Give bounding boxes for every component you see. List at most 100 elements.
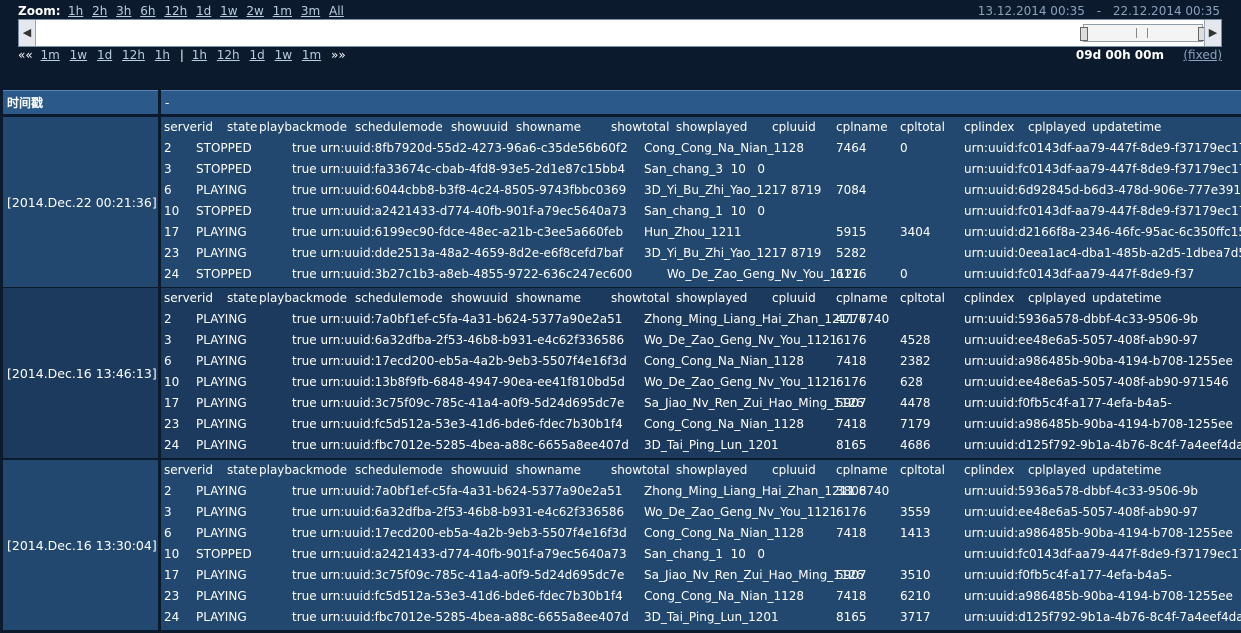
zoom-link-3h[interactable]: 3h xyxy=(116,4,131,18)
table-cell: urn:uuid:a986485b-90ba-4194-b708-1255ee xyxy=(964,526,1233,540)
column-header-cplindex: cplindex xyxy=(964,291,1015,305)
fwd-link-1w[interactable]: 1w xyxy=(275,48,292,62)
slider-left-handle-icon[interactable] xyxy=(1080,27,1088,41)
slider-range-handle[interactable] xyxy=(1080,24,1206,42)
table-cell: 3 xyxy=(164,162,172,176)
table-cell: 3D_Tai_Ping_Lun_1201 xyxy=(644,438,779,452)
slider-right-arrow-icon[interactable]: ▶ xyxy=(1204,20,1221,46)
time-slider[interactable]: ◀ ▶ xyxy=(18,19,1222,47)
column-header-showtotal: showtotal xyxy=(611,291,670,305)
column-header-cpltotal: cpltotal xyxy=(900,120,945,134)
fwd-link-12h[interactable]: 12h xyxy=(217,48,240,62)
column-header-playbackmode: playbackmode xyxy=(259,463,347,477)
back-link-12h[interactable]: 12h xyxy=(122,48,145,62)
table-row: 3 PLAYING true urn:uuid:6a32dfba-2f53-46b8… xyxy=(161,502,1241,523)
back-symbol: «« xyxy=(18,48,33,62)
table-cell: true urn:uuid:3c75f09c-785c-41a4-a0f9-5d… xyxy=(292,396,625,410)
column-header-cplplayed: cplplayed xyxy=(1028,120,1086,134)
fwd-link-1h[interactable]: 1h xyxy=(192,48,207,62)
column-header-serverid: serverid xyxy=(164,463,213,477)
block-timestamp: [2014.Dec.16 13:30:04] xyxy=(3,460,158,630)
table-cell: PLAYING xyxy=(196,246,247,260)
table-cell: STOPPED xyxy=(196,141,252,155)
table-cell: urn:uuid:fc0143df-aa79-447f-8de9-f37 xyxy=(964,267,1195,281)
zoom-link-1h[interactable]: 1h xyxy=(68,4,83,18)
column-header-cplindex: cplindex xyxy=(964,120,1015,134)
table-cell: urn:uuid:d125f792-9b1a-4b76-8c4f-7a4eef4… xyxy=(964,438,1241,452)
table-cell: San_chang_1 10 0 xyxy=(644,547,765,561)
column-header-cpltotal: cpltotal xyxy=(900,463,945,477)
table-cell: 3D_Tai_Ping_Lun_1201 xyxy=(644,610,779,624)
nav-separator: | xyxy=(179,48,184,62)
zoom-link-1d[interactable]: 1d xyxy=(196,4,211,18)
table-cell: 2 xyxy=(164,312,172,326)
table-cell: true urn:uuid:fbc7012e-5285-4bea-a88c-66… xyxy=(292,438,629,452)
table-cell: true urn:uuid:7a0bf1ef-c5fa-4a31-b624-53… xyxy=(292,484,623,498)
back-link-1m[interactable]: 1m xyxy=(41,48,60,62)
table-cell: 1413 xyxy=(900,526,931,540)
range-end: 22.12.2014 00:35 xyxy=(1112,4,1220,18)
table-cell: urn:uuid:6d92845d-b6d3-478d-906e-777e391… xyxy=(964,183,1241,197)
table-row: 23 PLAYING true urn:uuid:fc5d512a-53e3-41d… xyxy=(161,414,1241,435)
table-cell: 10 xyxy=(164,375,180,389)
column-header-playbackmode: playbackmode xyxy=(259,291,347,305)
back-link-1w[interactable]: 1w xyxy=(70,48,87,62)
block-data: serverid state playbackmode schedulemode sho… xyxy=(161,117,1241,287)
table-cell: 3808 xyxy=(836,484,867,498)
zoom-link-1m[interactable]: 1m xyxy=(273,4,292,18)
table-cell: Cong_Cong_Na_Nian_1128 xyxy=(644,417,805,431)
table-cell: true urn:uuid:fc5d512a-53e3-41d6-bde6-fd… xyxy=(292,589,623,603)
back-link-1h[interactable]: 1h xyxy=(155,48,170,62)
table-cell: PLAYING xyxy=(196,505,247,519)
table-row: 17 PLAYING true urn:uuid:3c75f09c-785c-41a… xyxy=(161,393,1241,414)
block-timestamp: [2014.Dec.22 00:21:36] xyxy=(3,117,158,287)
column-header-schedulemode: schedulemode xyxy=(355,120,443,134)
table-cell: PLAYING xyxy=(196,438,247,452)
zoom-link-12h[interactable]: 12h xyxy=(164,4,187,18)
table-cell: true urn:uuid:7a0bf1ef-c5fa-4a31-b624-53… xyxy=(292,312,623,326)
table-cell: true urn:uuid:6044cbb8-b3f8-4c24-8505-97… xyxy=(292,183,627,197)
table-cell: 6176 xyxy=(836,267,867,281)
zoom-link-2h[interactable]: 2h xyxy=(92,4,107,18)
slider-left-arrow-icon[interactable]: ◀ xyxy=(19,20,36,46)
column-header-cplname: cplname xyxy=(836,291,888,305)
zoom-link-all[interactable]: All xyxy=(329,4,344,18)
zoom-link-1w[interactable]: 1w xyxy=(220,4,237,18)
table-row: 10 STOPPED true urn:uuid:a2421433-d774-40f… xyxy=(161,201,1241,222)
column-header-cplname: cplname xyxy=(836,463,888,477)
table-cell: 628 xyxy=(900,375,923,389)
table-cell: true urn:uuid:8fb7920d-55d2-4273-96a6-c3… xyxy=(292,141,628,155)
fixed-link[interactable]: (fixed) xyxy=(1183,48,1222,62)
table-cell: urn:uuid:a986485b-90ba-4194-b708-1255ee xyxy=(964,354,1233,368)
column-header-showuuid: showuuid xyxy=(451,463,509,477)
table-cell: PLAYING xyxy=(196,333,247,347)
table-cell: true urn:uuid:17ecd200-eb5a-4a2b-9eb3-55… xyxy=(292,354,627,368)
table-cell: urn:uuid:ee48e6a5-5057-408f-ab90-97 xyxy=(964,505,1199,519)
table-cell: 7464 xyxy=(836,141,867,155)
table-row: 17 PLAYING true urn:uuid:3c75f09c-785c-41a… xyxy=(161,565,1241,586)
data-grid: 时间戳 - [2014.Dec.22 00:21:36] serverid stat… xyxy=(1,88,1241,633)
table-cell: urn:uuid:fc0143df-aa79-447f-8de9-f37179e… xyxy=(964,204,1241,218)
zoom-link-2w[interactable]: 2w xyxy=(246,4,263,18)
data-column-header: - xyxy=(161,90,1241,114)
table-cell: urn:uuid:ee48e6a5-5057-408f-ab90-97 xyxy=(964,333,1199,347)
back-link-1d[interactable]: 1d xyxy=(97,48,112,62)
table-cell: true urn:uuid:a2421433-d774-40fb-901f-a7… xyxy=(292,204,627,218)
table-cell: urn:uuid:f0fb5c4f-a177-4efa-b4a5- xyxy=(964,396,1172,410)
table-cell: urn:uuid:0eea1ac4-dba1-485b-a2d5-1dbea7d… xyxy=(964,246,1241,260)
table-cell: 5915 xyxy=(836,225,867,239)
table-cell: true urn:uuid:3c75f09c-785c-41a4-a0f9-5d… xyxy=(292,568,625,582)
table-cell: PLAYING xyxy=(196,354,247,368)
grip-icon xyxy=(1136,28,1148,38)
table-cell: 17 xyxy=(164,568,180,582)
zoom-link-3m[interactable]: 3m xyxy=(301,4,320,18)
table-cell: urn:uuid:fc0143df-aa79-447f-8de9-f37179e… xyxy=(964,162,1241,176)
column-header-schedulemode: schedulemode xyxy=(355,463,443,477)
table-row: 6 PLAYING true urn:uuid:6044cbb8-b3f8-4c24… xyxy=(161,180,1241,201)
fwd-link-1m[interactable]: 1m xyxy=(302,48,321,62)
table-cell: true urn:uuid:a2421433-d774-40fb-901f-a7… xyxy=(292,547,627,561)
zoom-link-6h[interactable]: 6h xyxy=(140,4,155,18)
table-row: 3 STOPPED true urn:uuid:fa33674c-cbab-4fd8… xyxy=(161,159,1241,180)
table-cell: urn:uuid:5936a578-dbbf-4c33-9506-9b xyxy=(964,484,1199,498)
fwd-link-1d[interactable]: 1d xyxy=(249,48,264,62)
